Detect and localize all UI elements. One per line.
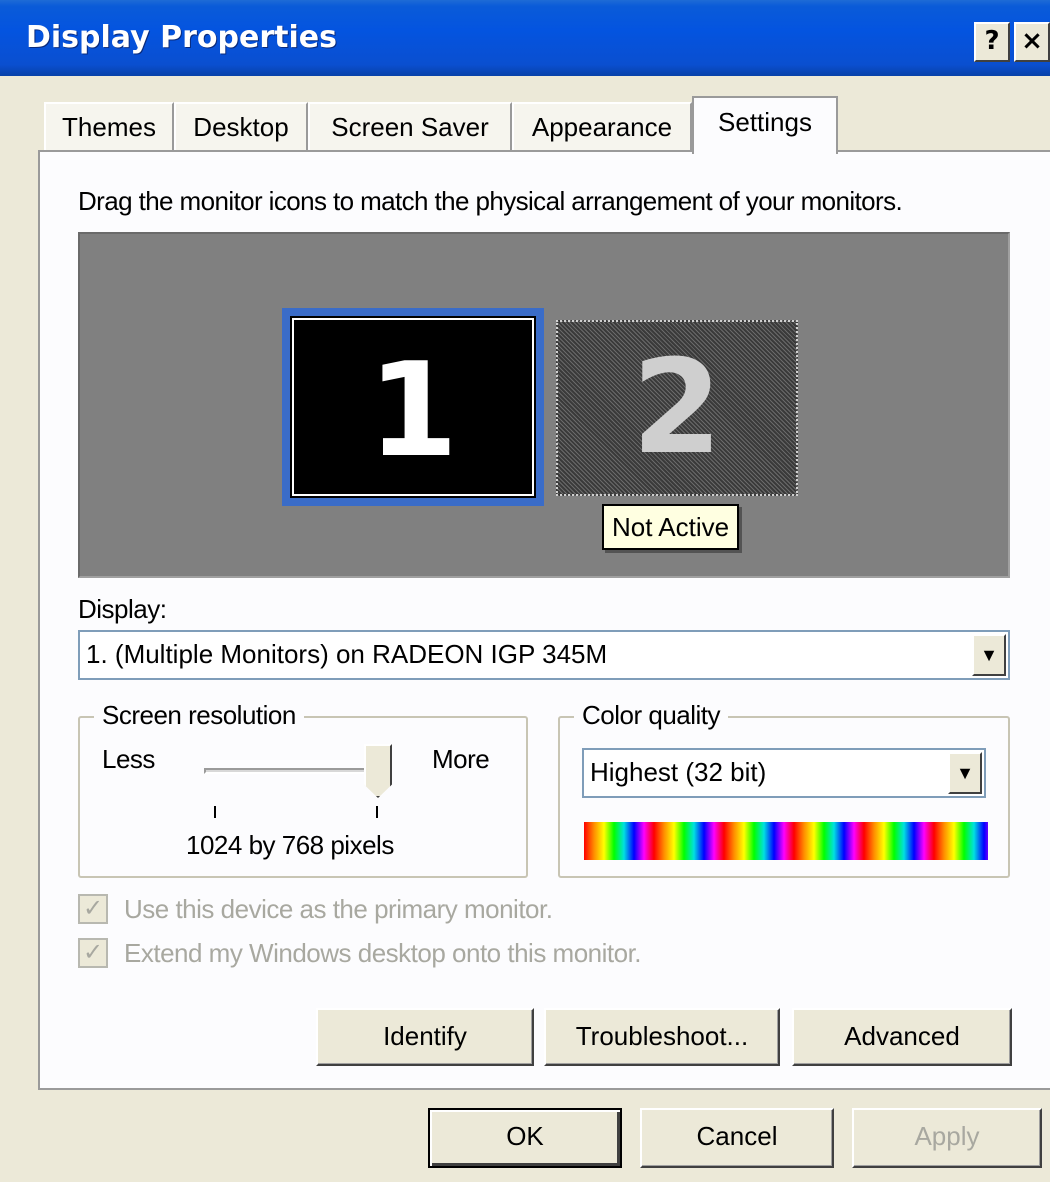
screen-resolution-group: Screen resolution Less More 1024 by 768 … [78, 700, 528, 878]
slider-tick [214, 806, 216, 818]
resolution-slider-track[interactable] [204, 768, 384, 774]
display-select[interactable]: 1. (Multiple Monitors) on RADEON IGP 345… [78, 630, 1010, 680]
primary-monitor-label: Use this device as the primary monitor. [124, 894, 553, 924]
title-bar[interactable]: Display Properties ? × [0, 0, 1050, 76]
tab-settings[interactable]: Settings [692, 96, 838, 154]
color-spectrum-bar [584, 822, 988, 860]
help-button[interactable]: ? [974, 22, 1010, 62]
close-button[interactable]: × [1014, 22, 1050, 62]
resolution-value-text: 1024 by 768 pixels [186, 830, 394, 860]
color-quality-select[interactable]: Highest (32 bit) ▼ [582, 748, 986, 798]
cancel-button[interactable]: Cancel [640, 1108, 834, 1168]
screen-resolution-legend: Screen resolution [94, 700, 304, 731]
color-quality-dropdown-arrow-icon[interactable]: ▼ [948, 752, 982, 794]
monitor-1-icon[interactable]: 1 [282, 308, 544, 506]
tab-appearance[interactable]: Appearance [512, 102, 692, 152]
resolution-slider-thumb[interactable] [364, 744, 392, 798]
slider-tick [376, 806, 378, 818]
display-select-value: 1. (Multiple Monitors) on RADEON IGP 345… [86, 639, 608, 669]
monitor-2-number: 2 [631, 331, 723, 483]
identify-button[interactable]: Identify [316, 1008, 534, 1066]
resolution-less-label: Less [102, 744, 155, 774]
resolution-more-label: More [432, 744, 490, 774]
advanced-button[interactable]: Advanced [792, 1008, 1012, 1066]
display-dropdown-arrow-icon[interactable]: ▼ [972, 634, 1006, 676]
ok-button[interactable]: OK [428, 1108, 622, 1168]
tab-themes[interactable]: Themes [44, 102, 174, 152]
extend-desktop-checkbox[interactable]: ✓ [78, 938, 108, 968]
primary-monitor-checkbox[interactable]: ✓ [78, 894, 108, 924]
not-active-tooltip: Not Active [602, 504, 740, 550]
extend-desktop-label: Extend my Windows desktop onto this moni… [124, 938, 642, 968]
color-quality-legend: Color quality [574, 700, 729, 731]
window-title: Display Properties [26, 20, 337, 55]
settings-panel: Drag the monitor icons to match the phys… [38, 150, 1050, 1090]
arrangement-instructions: Drag the monitor icons to match the phys… [78, 186, 903, 216]
monitor-arrangement-area[interactable]: 1 2 Not Active [78, 232, 1010, 578]
monitor-1-number: 1 [367, 334, 459, 486]
monitor-2-icon[interactable]: 2 [556, 320, 798, 496]
tab-desktop[interactable]: Desktop [174, 102, 308, 152]
monitor-1-screen: 1 [292, 318, 534, 496]
color-quality-group: Color quality Highest (32 bit) ▼ [558, 700, 1010, 878]
display-label: Display: [78, 594, 167, 624]
tab-screen-saver[interactable]: Screen Saver [308, 102, 512, 152]
color-quality-value: Highest (32 bit) [590, 757, 767, 787]
apply-button[interactable]: Apply [852, 1108, 1042, 1168]
troubleshoot-button[interactable]: Troubleshoot... [544, 1008, 780, 1066]
